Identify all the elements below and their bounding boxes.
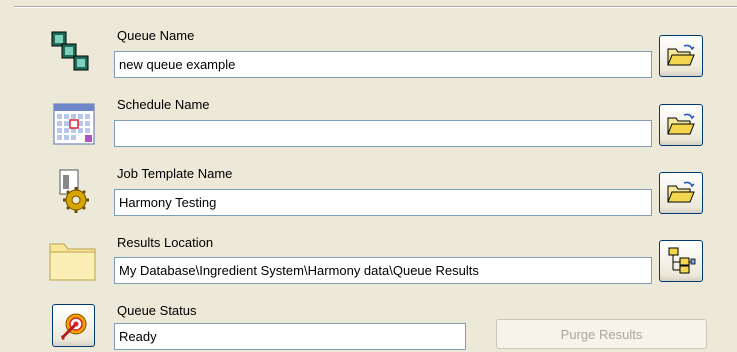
schedule-name-label: Schedule Name — [117, 97, 210, 112]
open-folder-icon — [667, 113, 695, 135]
queue-name-input[interactable]: new queue example — [114, 51, 652, 78]
queue-status-field: Ready — [114, 323, 466, 350]
browse-schedule-button[interactable] — [659, 104, 703, 146]
job-template-name-label: Job Template Name — [117, 166, 233, 181]
browse-results-tree-button[interactable] — [659, 240, 703, 282]
open-folder-icon — [667, 181, 695, 203]
queue-name-label: Queue Name — [117, 28, 195, 43]
results-location-label: Results Location — [117, 235, 214, 250]
queue-status-label: Queue Status — [117, 303, 197, 318]
purge-results-button[interactable]: Purge Results — [496, 319, 707, 349]
open-folder-icon — [667, 44, 695, 66]
queue-status-button[interactable] — [52, 304, 95, 347]
folder-icon — [48, 236, 96, 284]
calendar-icon — [50, 98, 98, 146]
panel-divider — [14, 6, 737, 8]
job-template-name-input[interactable]: Harmony Testing — [114, 189, 652, 216]
folder-tree-icon — [668, 247, 696, 274]
browse-queue-button[interactable] — [659, 35, 703, 77]
results-location-input[interactable]: My Database\Ingredient System\Harmony da… — [114, 257, 652, 284]
target-icon — [60, 313, 86, 340]
queue-icon — [50, 30, 98, 78]
browse-job-template-button[interactable] — [659, 172, 703, 214]
queue-properties-panel: Queue Name new queue example Schedule Na… — [0, 0, 737, 352]
schedule-name-input[interactable] — [114, 120, 652, 147]
job-template-gear-icon — [50, 166, 98, 214]
